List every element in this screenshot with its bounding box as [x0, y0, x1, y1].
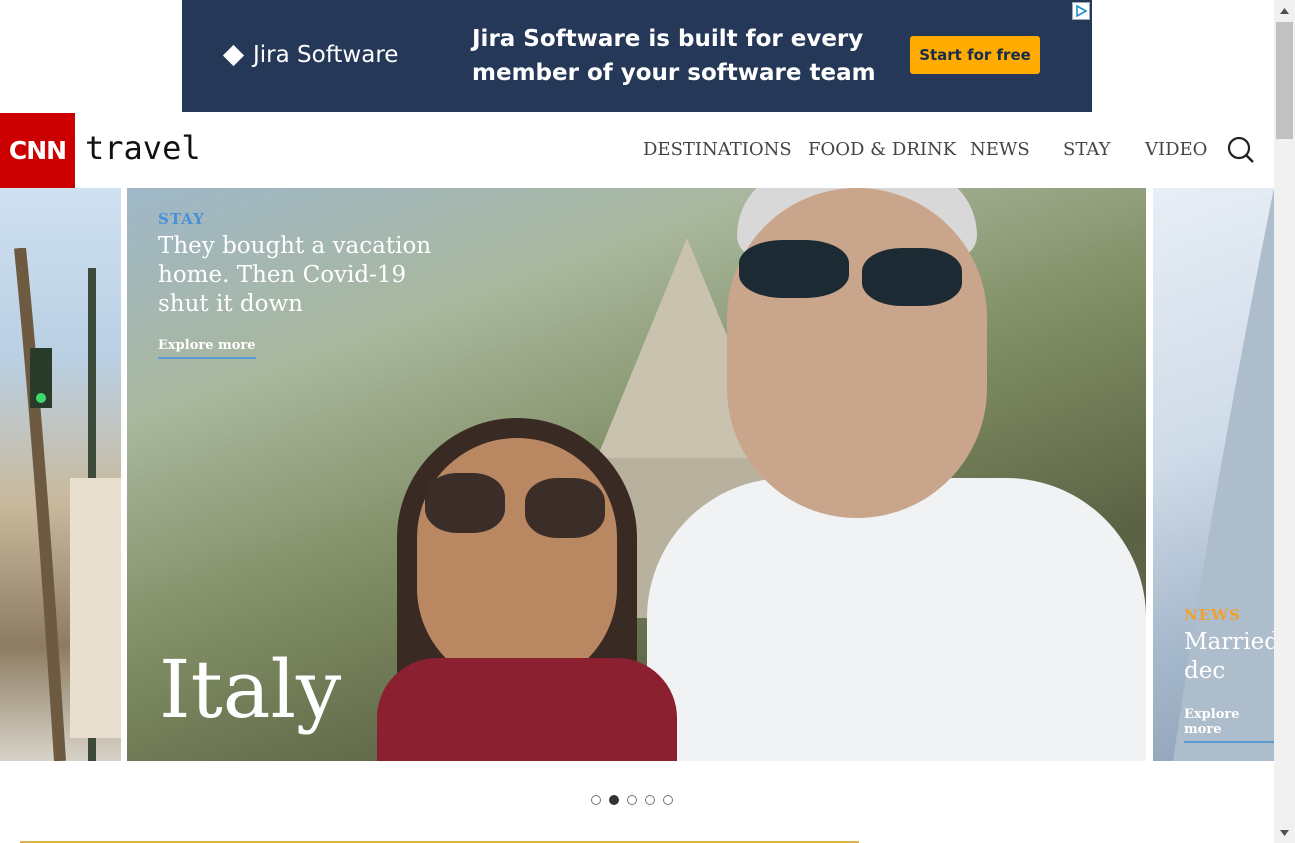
ad-brand: Jira Software — [253, 42, 399, 68]
cnn-logo[interactable]: CNN — [0, 113, 75, 188]
woman-sunglasses-left — [425, 473, 505, 533]
search-icon[interactable] — [1226, 135, 1256, 165]
nav-video[interactable]: VIDEO — [1145, 139, 1207, 160]
scroll-thumb[interactable] — [1276, 22, 1293, 139]
nav-news[interactable]: NEWS — [970, 139, 1030, 160]
next-slide-category: NEWS — [1184, 606, 1241, 624]
scroll-up-icon[interactable] — [1274, 2, 1295, 19]
slide-next[interactable]: NEWS Married after dec Explore more — [1153, 188, 1274, 761]
next-explore-more-link[interactable]: Explore more — [1184, 707, 1274, 743]
section-title[interactable]: travel — [85, 129, 201, 167]
ad-headline: Jira Software is built for every member … — [472, 26, 876, 86]
ad-banner[interactable]: Jira Software Jira Software is built for… — [182, 0, 1092, 112]
hero-carousel: STAY They bought a vacation home. Then C… — [0, 188, 1274, 761]
palm-tree-image — [14, 248, 121, 761]
carousel-dot-5[interactable] — [663, 795, 673, 805]
nav-stay[interactable]: STAY — [1063, 139, 1111, 160]
nav-food-drink[interactable]: FOOD & DRINK — [808, 139, 956, 160]
slide-category: STAY — [158, 210, 205, 228]
next-slide-headline[interactable]: Married after dec — [1184, 628, 1274, 686]
man-sunglasses-right — [862, 248, 962, 306]
man-sunglasses-left — [739, 240, 849, 298]
carousel-dot-3[interactable] — [627, 795, 637, 805]
man-shirt-image — [647, 478, 1146, 761]
carousel-dots — [591, 795, 673, 805]
man-face-image — [727, 188, 987, 518]
site-header: CNN travel DESTINATIONS FOOD & DRINK NEW… — [0, 113, 1274, 188]
adchoices-icon[interactable] — [1072, 2, 1090, 20]
woman-dress-image — [377, 658, 677, 761]
cnn-logo-text: CNN — [8, 136, 67, 165]
ad-logo: Jira Software — [222, 42, 399, 68]
scroll-down-icon[interactable] — [1274, 824, 1295, 841]
woman-sunglasses-right — [525, 478, 605, 538]
explore-more-link[interactable]: Explore more — [158, 338, 256, 359]
nav-destinations[interactable]: DESTINATIONS — [643, 139, 792, 160]
slide-previous[interactable] — [0, 188, 121, 761]
page-scrollbar[interactable] — [1274, 0, 1295, 843]
slide-main[interactable]: STAY They bought a vacation home. Then C… — [127, 188, 1146, 761]
ad-cta-button[interactable]: Start for free — [910, 36, 1040, 74]
carousel-dot-1[interactable] — [591, 795, 601, 805]
carousel-dot-2[interactable] — [609, 795, 619, 805]
slide-headline[interactable]: They bought a vacation home. Then Covid-… — [158, 232, 438, 319]
carousel-dot-4[interactable] — [645, 795, 655, 805]
slide-destination: Italy — [159, 643, 342, 736]
jira-diamond-icon — [222, 44, 245, 66]
